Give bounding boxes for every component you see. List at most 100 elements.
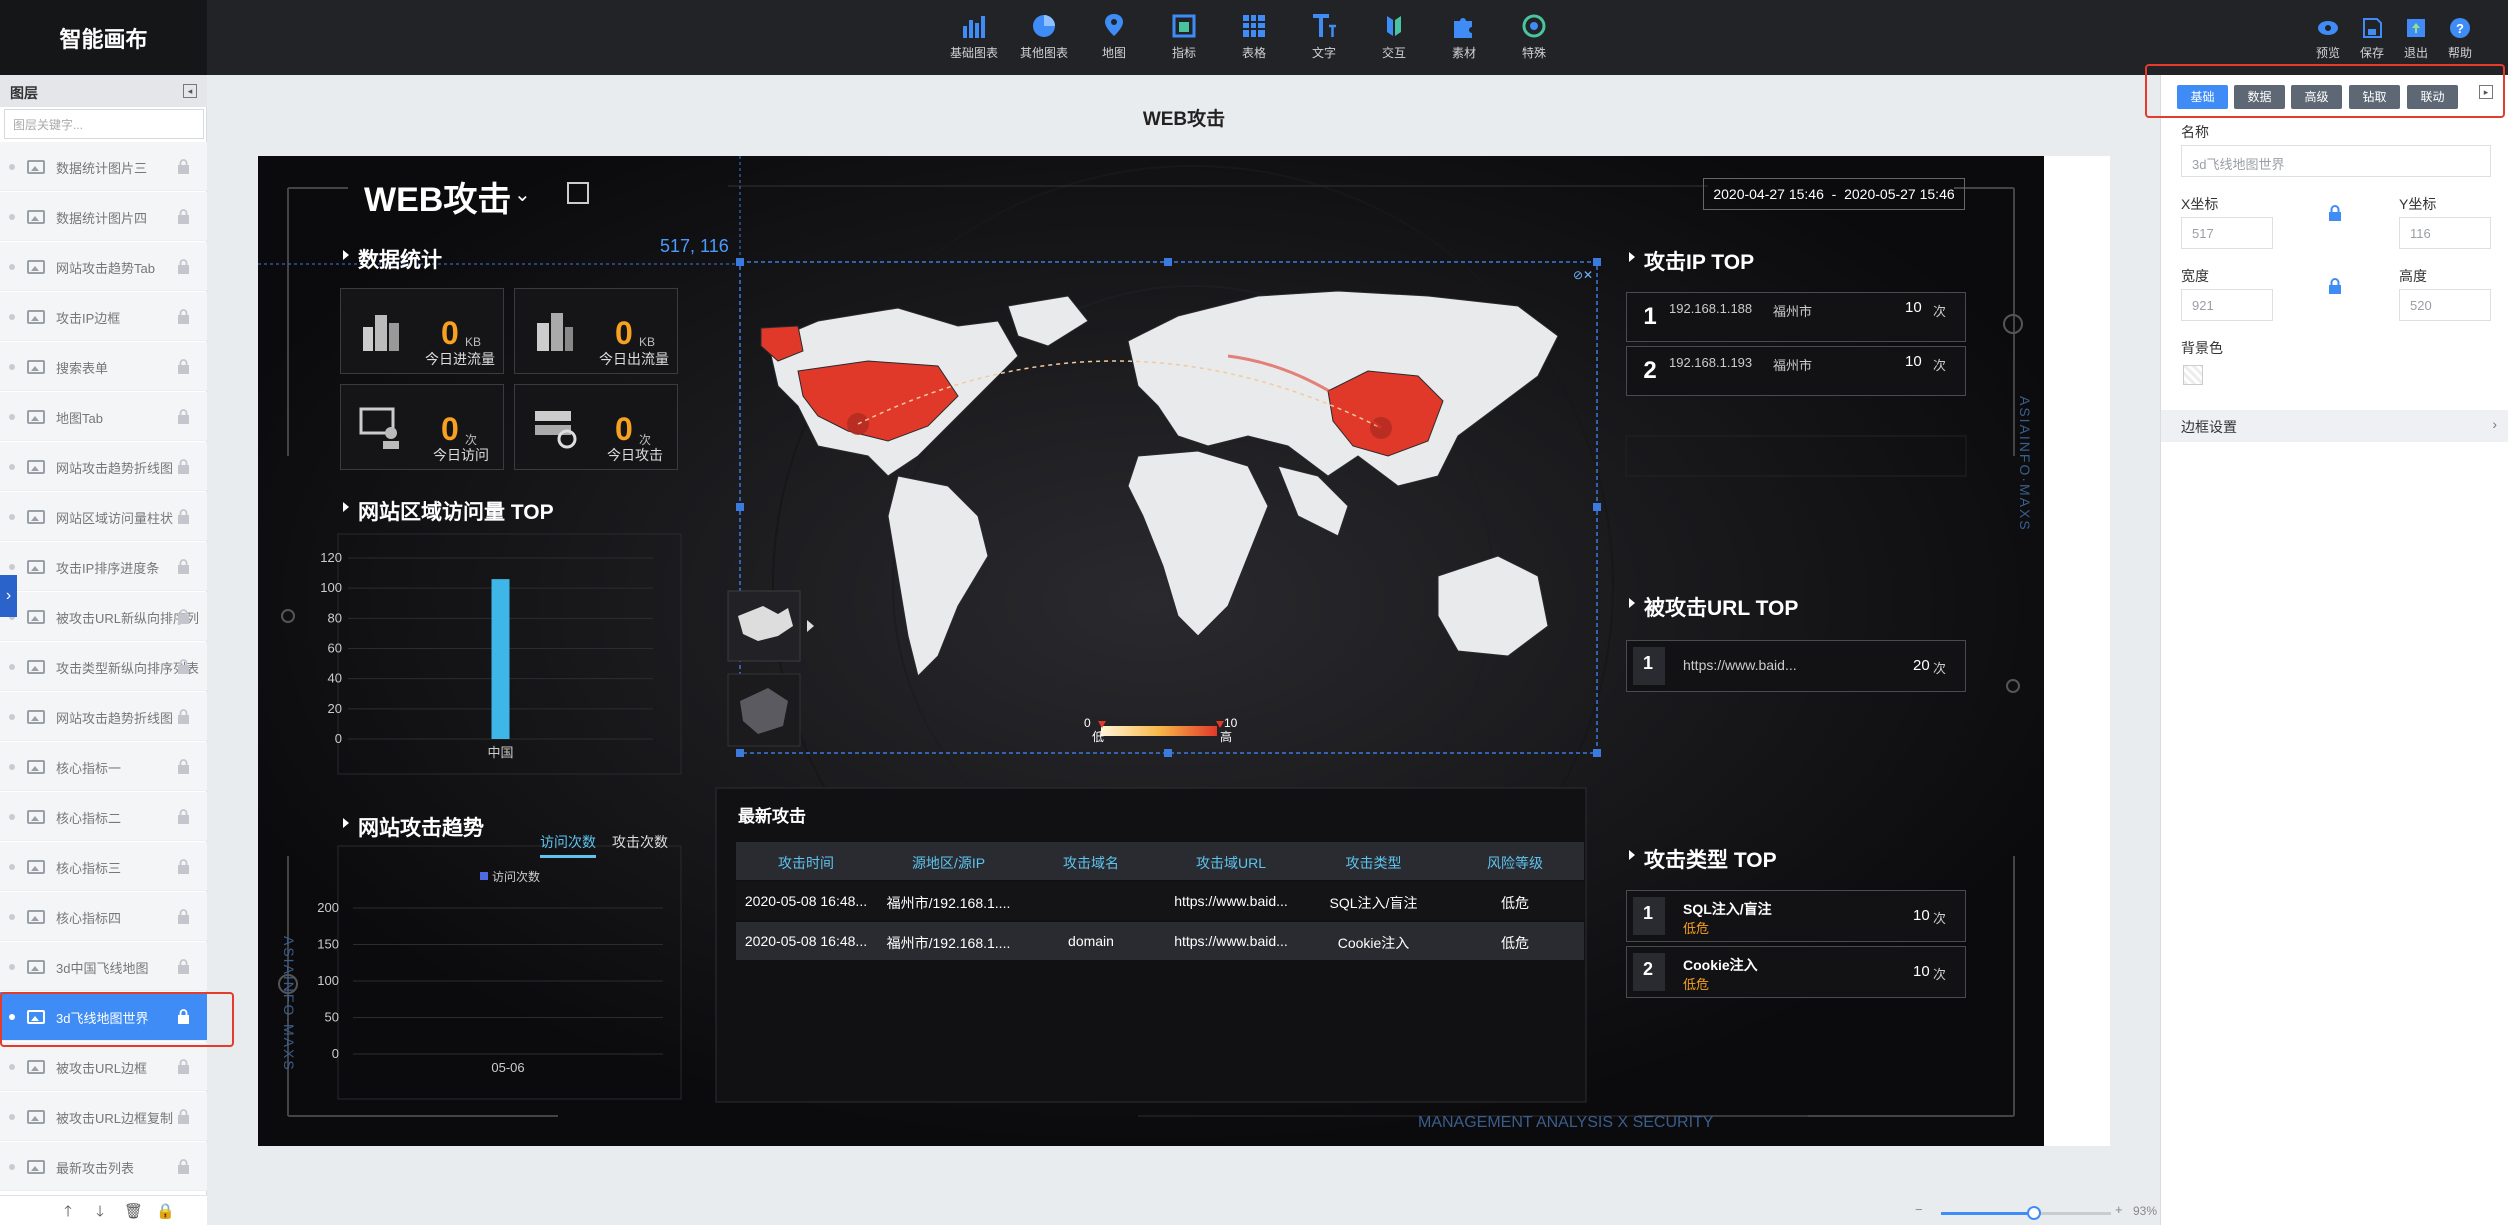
layer-item[interactable]: 3d中国飞线地图 — [0, 942, 207, 991]
visibility-dot[interactable] — [9, 1164, 15, 1170]
tab-visits[interactable]: 访问次数 — [540, 832, 596, 858]
lock-icon[interactable] — [177, 1109, 190, 1124]
layer-item[interactable]: 攻击IP边框 — [0, 292, 207, 341]
visibility-dot[interactable] — [9, 814, 15, 820]
layer-search-input[interactable]: 图层关键字... — [4, 109, 204, 139]
preview-button[interactable]: 预览 — [2306, 16, 2350, 61]
lock-icon[interactable] — [2328, 205, 2342, 221]
lock-icon[interactable] — [177, 509, 190, 524]
lock-icon[interactable]: 🔒 — [156, 1204, 175, 1220]
toolbar-special[interactable]: 特殊 — [1499, 12, 1569, 61]
date-range[interactable]: 2020-04-27 15:46 - 2020-05-27 15:46 — [1703, 178, 1965, 210]
lock-icon[interactable] — [177, 909, 190, 924]
help-button[interactable]: ? 帮助 — [2438, 16, 2482, 61]
visibility-dot[interactable] — [9, 314, 15, 320]
layer-item[interactable]: 核心指标一 — [0, 742, 207, 791]
table-row[interactable]: 2020-05-08 16:48... 福州市/192.168.1.... do… — [736, 922, 1584, 960]
lock-icon[interactable] — [2328, 278, 2342, 294]
layer-item[interactable]: 被攻击URL边框 — [0, 1042, 207, 1091]
layer-item[interactable]: 网站攻击趋势折线图 — [0, 442, 207, 491]
layer-item[interactable]: 网站攻击趋势折线图 — [0, 692, 207, 741]
visibility-dot[interactable] — [9, 364, 15, 370]
layer-item[interactable]: 网站区域访问量柱状 — [0, 492, 207, 541]
tab-attacks[interactable]: 攻击次数 — [612, 832, 668, 852]
lock-icon[interactable] — [177, 359, 190, 374]
chevron-down-icon[interactable]: ⌄ — [514, 182, 531, 207]
y-field[interactable]: 116 — [2399, 217, 2491, 249]
lock-icon[interactable] — [177, 159, 190, 174]
visibility-dot[interactable] — [9, 514, 15, 520]
x-field[interactable]: 517 — [2181, 217, 2273, 249]
visibility-dot[interactable] — [9, 214, 15, 220]
visibility-dot[interactable] — [9, 164, 15, 170]
layer-item[interactable]: 核心指标四 — [0, 892, 207, 941]
visibility-dot[interactable] — [9, 864, 15, 870]
visibility-dot[interactable] — [9, 964, 15, 970]
collapse-panel-icon[interactable]: ◂ — [183, 84, 197, 98]
height-field[interactable]: 520 — [2399, 289, 2491, 321]
save-button[interactable]: 保存 — [2350, 16, 2394, 61]
layer-item[interactable]: 被攻击URL边框复制 — [0, 1092, 207, 1141]
toolbar-map[interactable]: 地图 — [1079, 12, 1149, 61]
zoom-control[interactable]: − + 93% — [1915, 1202, 2157, 1222]
visibility-dot[interactable] — [9, 414, 15, 420]
ip-row[interactable]: 2 192.168.1.193 福州市 10 次 — [1626, 346, 1966, 396]
ip-row[interactable]: 1 192.168.1.188 福州市 10 次 — [1626, 292, 1966, 342]
lock-icon[interactable] — [177, 759, 190, 774]
lock-icon[interactable] — [177, 659, 190, 674]
layer-item[interactable]: 数据统计图片四 — [0, 192, 207, 241]
layer-item[interactable]: 攻击类型新纵向排序列表 — [0, 642, 207, 691]
lock-icon[interactable] — [177, 559, 190, 574]
toolbar-interact[interactable]: 交互 — [1359, 12, 1429, 61]
lock-icon[interactable] — [177, 959, 190, 974]
lock-icon[interactable] — [177, 1159, 190, 1174]
layer-item[interactable]: 网站攻击趋势Tab — [0, 242, 207, 291]
layer-item[interactable]: 数据统计图片三 — [0, 142, 207, 191]
lock-icon[interactable] — [177, 459, 190, 474]
move-down-icon[interactable]: 🡓 — [92, 1204, 108, 1220]
expand-drawer-button[interactable]: › — [0, 575, 17, 617]
type-row[interactable]: 1 SQL注入/盲注 低危 10 次 — [1626, 890, 1966, 942]
toolbar-table[interactable]: 表格 — [1219, 12, 1289, 61]
layer-item[interactable]: 核心指标三 — [0, 842, 207, 891]
visibility-dot[interactable] — [9, 1114, 15, 1120]
lock-icon[interactable] — [177, 209, 190, 224]
visibility-dot[interactable] — [9, 664, 15, 670]
visibility-dot[interactable] — [9, 264, 15, 270]
move-up-icon[interactable]: 🡑 — [60, 1204, 76, 1220]
fullscreen-icon[interactable] — [567, 182, 589, 204]
lock-icon[interactable] — [177, 609, 190, 624]
visibility-dot[interactable] — [9, 764, 15, 770]
layer-item[interactable]: 地图Tab — [0, 392, 207, 441]
lock-icon[interactable] — [177, 709, 190, 724]
table-row[interactable]: 2020-05-08 16:48... 福州市/192.168.1.... ht… — [736, 882, 1584, 920]
visibility-dot[interactable] — [9, 464, 15, 470]
type-row[interactable]: 2 Cookie注入 低危 10 次 — [1626, 946, 1966, 998]
toolbar-basic-chart[interactable]: 基础图表 — [939, 12, 1009, 61]
name-field[interactable]: 3d飞线地图世界 — [2181, 145, 2491, 177]
toolbar-other-chart[interactable]: 其他图表 — [1009, 12, 1079, 61]
delete-icon[interactable]: 🗑 — [124, 1204, 143, 1220]
lock-icon[interactable] — [177, 809, 190, 824]
zoom-out-icon[interactable]: − — [1915, 1202, 1923, 1217]
layer-item[interactable]: 最新攻击列表 — [0, 1142, 207, 1191]
zoom-handle[interactable] — [2027, 1206, 2042, 1220]
lock-icon[interactable] — [177, 409, 190, 424]
width-field[interactable]: 921 — [2181, 289, 2273, 321]
exit-button[interactable]: 退出 — [2394, 16, 2438, 61]
layer-item[interactable]: 被攻击URL新纵向排序列 — [0, 592, 207, 641]
url-row[interactable]: 1 https://www.baid... 20 次 — [1626, 640, 1966, 692]
layer-item[interactable]: 攻击IP排序进度条 — [0, 542, 207, 591]
lock-icon[interactable] — [177, 859, 190, 874]
lock-icon[interactable] — [177, 1059, 190, 1074]
layer-item[interactable]: 核心指标二 — [0, 792, 207, 841]
toolbar-material[interactable]: 素材 — [1429, 12, 1499, 61]
visibility-dot[interactable] — [9, 564, 15, 570]
toolbar-indicator[interactable]: 指标 — [1149, 12, 1219, 61]
border-settings-section[interactable]: 边框设置 › — [2161, 410, 2508, 442]
dashboard-canvas[interactable]: ⊘✕ ASIAINFO·MAXS ASIAINFO·MAXS MANAGEMEN… — [258, 156, 2044, 1146]
color-picker[interactable] — [2183, 365, 2203, 385]
toolbar-text[interactable]: 文字 — [1289, 12, 1359, 61]
lock-icon[interactable] — [177, 309, 190, 324]
lock-icon[interactable] — [177, 259, 190, 274]
